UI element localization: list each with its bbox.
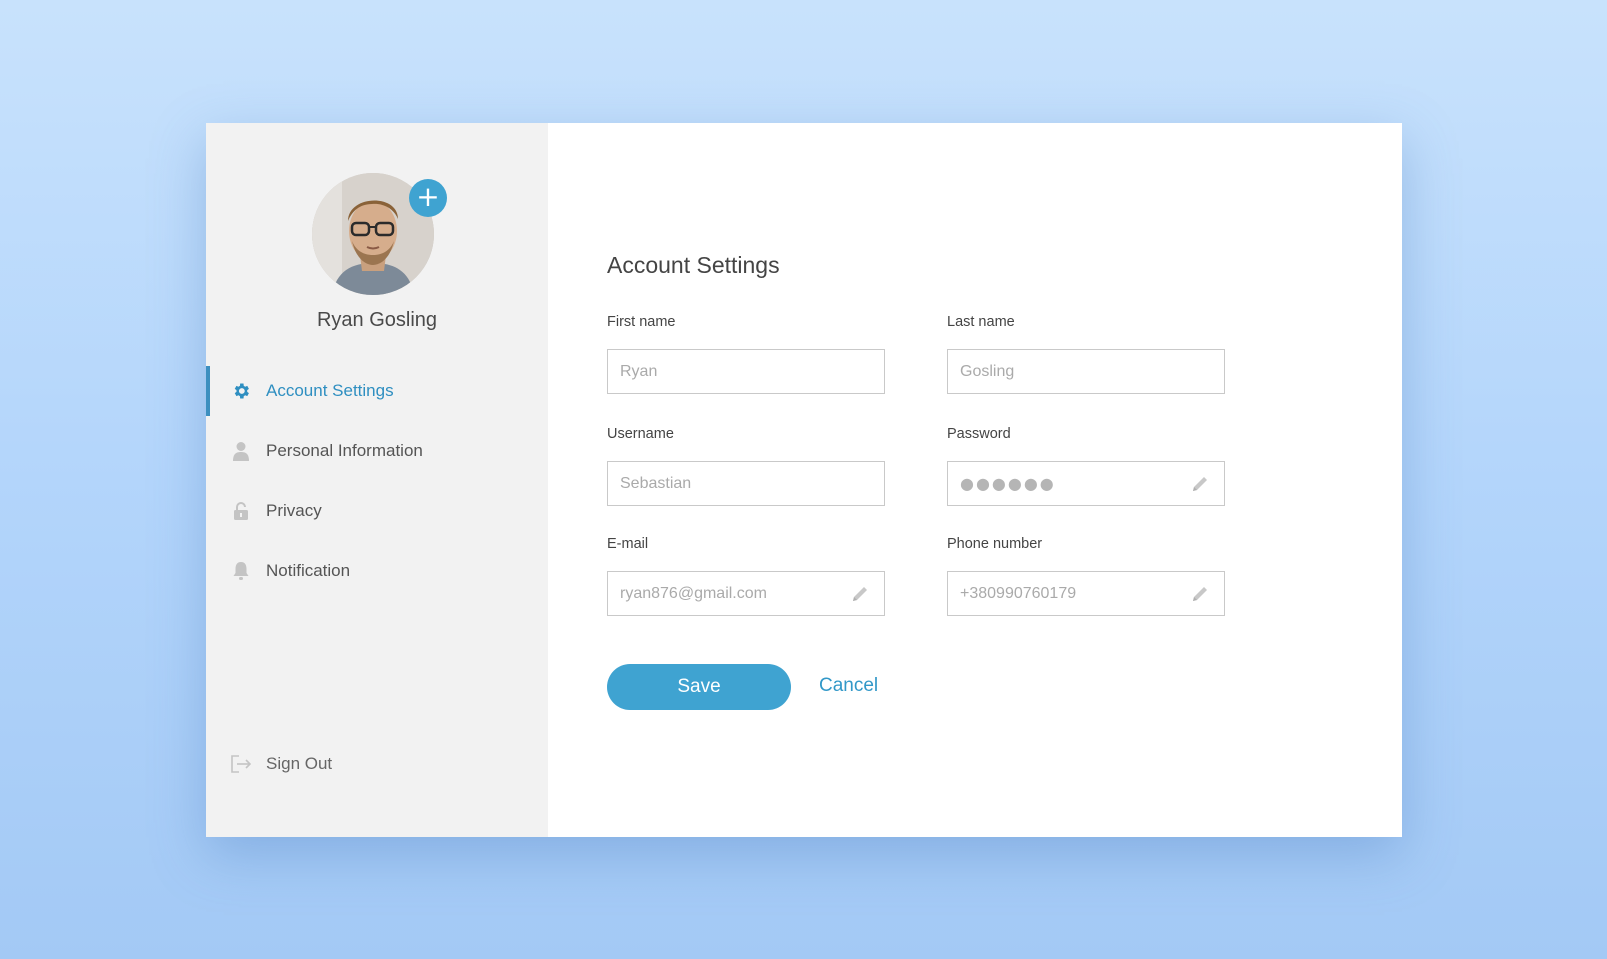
main-panel: Account Settings First name Last name Us… — [548, 123, 1402, 837]
add-photo-button[interactable]: + — [409, 179, 447, 217]
sidebar-item-account-settings[interactable]: Account Settings — [206, 366, 548, 416]
plus-icon: + — [416, 180, 440, 213]
user-icon — [230, 440, 252, 462]
sidebar-item-personal-information[interactable]: Personal Information — [206, 426, 548, 476]
phone-field-group: Phone number — [947, 536, 1225, 616]
sidebar-item-label: Notification — [266, 561, 351, 580]
avatar-container: + — [312, 173, 447, 295]
phone-box — [947, 571, 1225, 616]
bell-icon — [230, 560, 252, 582]
save-button[interactable]: Save — [607, 664, 791, 710]
first-name-box — [607, 349, 885, 394]
last-name-box — [947, 349, 1225, 394]
sidebar-nav: Account Settings Personal Information Pr… — [206, 366, 548, 606]
password-label: Password — [947, 426, 1011, 442]
settings-card: + Ryan Gosling Account Settings Personal… — [206, 123, 1402, 837]
email-input[interactable] — [608, 572, 884, 615]
sidebar-item-label: Personal Information — [266, 441, 423, 460]
last-name-input[interactable] — [948, 350, 1224, 393]
sign-out-icon — [230, 753, 252, 775]
username-label: Username — [607, 426, 674, 442]
phone-label: Phone number — [947, 536, 1043, 552]
user-name: Ryan Gosling — [316, 309, 438, 331]
page-title: Account Settings — [607, 252, 780, 278]
sign-out-label: Sign Out — [266, 754, 333, 773]
last-name-label: Last name — [947, 314, 1015, 330]
sidebar-item-privacy[interactable]: Privacy — [206, 486, 548, 536]
password-field-group: Password ●●●●●● — [947, 426, 1225, 506]
sidebar-item-label: Privacy — [266, 501, 322, 520]
cancel-button[interactable]: Cancel — [819, 675, 878, 697]
username-field-group: Username — [607, 426, 885, 506]
first-name-input[interactable] — [608, 350, 884, 393]
sidebar-item-notification[interactable]: Notification — [206, 546, 548, 596]
pencil-icon[interactable] — [850, 584, 870, 604]
password-value: ●●●●●● — [960, 474, 1056, 493]
sign-out-button[interactable]: Sign Out — [230, 753, 332, 775]
username-input[interactable] — [608, 462, 884, 505]
first-name-field-group: First name — [607, 314, 885, 394]
pencil-icon[interactable] — [1190, 474, 1210, 494]
first-name-label: First name — [607, 314, 676, 330]
email-box — [607, 571, 885, 616]
lock-icon — [230, 500, 252, 522]
gear-icon — [230, 380, 252, 402]
username-box — [607, 461, 885, 506]
email-field-group: E-mail — [607, 536, 885, 616]
last-name-field-group: Last name — [947, 314, 1225, 394]
password-field[interactable]: ●●●●●● — [947, 461, 1225, 506]
email-label: E-mail — [607, 536, 649, 552]
sidebar-item-label: Account Settings — [266, 381, 394, 400]
phone-input[interactable] — [948, 572, 1224, 615]
sidebar: + Ryan Gosling Account Settings Personal… — [206, 123, 548, 837]
pencil-icon[interactable] — [1190, 584, 1210, 604]
